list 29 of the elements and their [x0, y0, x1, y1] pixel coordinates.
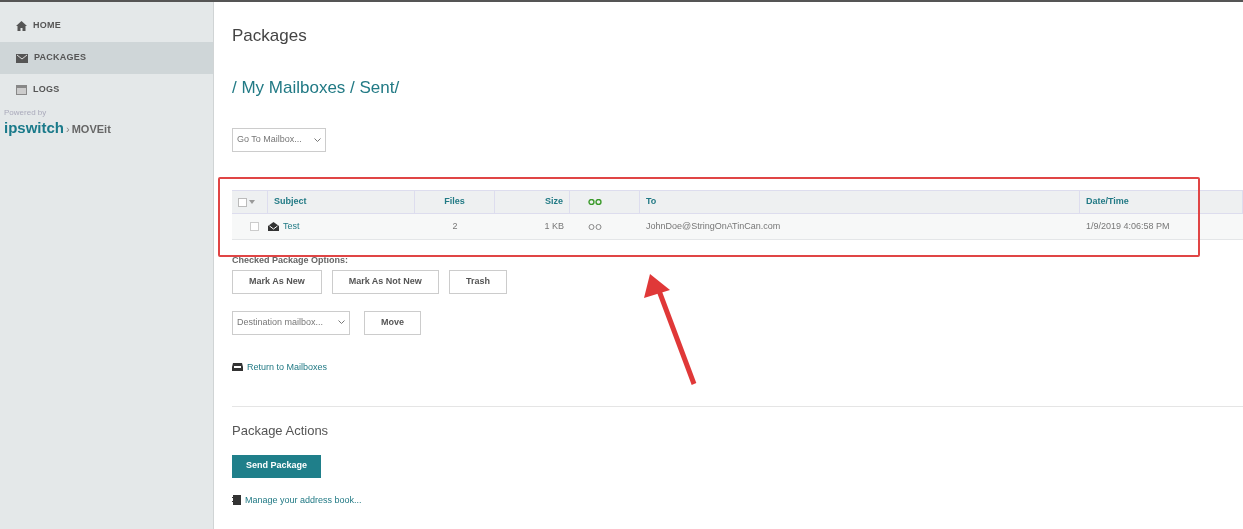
column-header[interactable]: Size — [545, 195, 563, 209]
section-title: Package Actions — [232, 422, 330, 440]
mailbox-dropdown[interactable]: Go To Mailbox... — [232, 128, 326, 152]
product-name: MOVEit — [71, 122, 111, 137]
move-button[interactable]: Move — [364, 310, 421, 335]
breadcrumb-link[interactable]: / My Mailboxes / Sent/ — [232, 76, 400, 100]
send-package-button[interactable]: Send Package — [232, 454, 322, 478]
column-header[interactable]: Subject — [274, 195, 307, 209]
destination-dropdown[interactable]: Destination mailbox... — [232, 310, 350, 335]
page-title: Packages — [232, 25, 308, 47]
table-cell-text: JohnDoe@StringOnATinCan.com — [646, 219, 781, 233]
action-button[interactable]: Trash — [448, 269, 507, 294]
table-cell-text: 1/9/2019 4:06:58 PM — [1086, 219, 1170, 233]
sidebar-item[interactable]: PACKAGES — [0, 42, 213, 74]
column-header[interactable]: Date/Time — [1086, 195, 1129, 209]
table-cell-text: 2 — [452, 219, 458, 233]
column-header[interactable]: Files — [444, 195, 465, 209]
subject-link[interactable]: Test — [283, 219, 300, 234]
address-book-link[interactable]: Manage your address book... — [245, 493, 362, 507]
table-cell-text: 1 KB — [544, 219, 564, 233]
action-button[interactable]: Mark As Not New — [331, 269, 439, 294]
return-link[interactable]: Return to Mailboxes — [247, 360, 328, 374]
action-button[interactable]: Mark As New — [232, 269, 322, 294]
options-label: Checked Package Options: — [232, 254, 350, 267]
sidebar-item[interactable]: HOME — [0, 10, 213, 42]
brand-logo: ipswitch — [4, 118, 64, 138]
column-header[interactable]: To — [646, 195, 657, 209]
separator-text: › — [66, 122, 70, 137]
sidebar-item[interactable]: LOGS — [0, 74, 213, 106]
